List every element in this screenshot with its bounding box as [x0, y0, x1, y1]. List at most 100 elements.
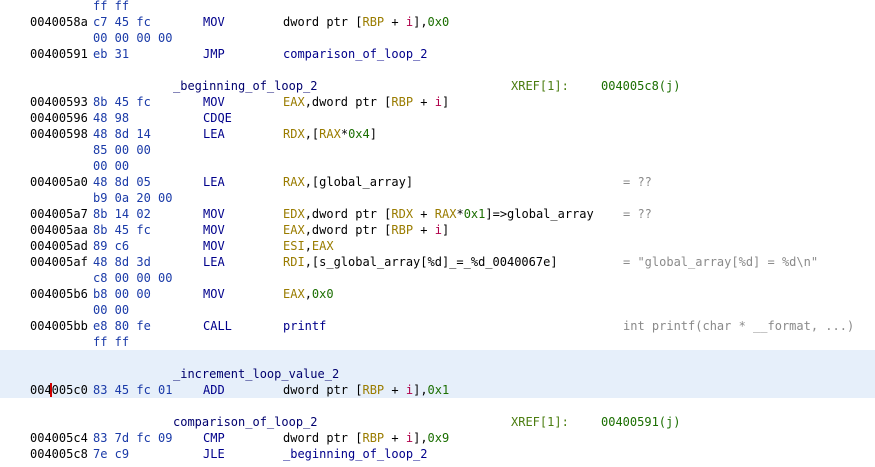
operand-token[interactable]: RBP: [362, 15, 384, 29]
operands[interactable]: dword ptr [RBP + i],0x0: [283, 14, 449, 30]
mnemonic[interactable]: LEA: [203, 174, 225, 190]
address[interactable]: 004005a7: [30, 206, 88, 222]
address[interactable]: 004005aa: [30, 222, 88, 238]
xref-address-link[interactable]: 004005c8(j): [601, 78, 680, 94]
instruction-row[interactable]: 00400598 48 8d 14 LEA RDX,[RAX*0x4]: [0, 126, 875, 142]
address[interactable]: 004005c0: [30, 382, 88, 398]
operands[interactable]: EDX,dword ptr [RDX + RAX*0x1]=>global_ar…: [283, 206, 594, 222]
operand-token[interactable]: RAX: [319, 127, 341, 141]
blank-row[interactable]: [0, 62, 875, 78]
instruction-row[interactable]: 004005c0 83 45 fc 01 ADD dword ptr [RBP + i…: [0, 382, 875, 398]
operand-token[interactable]: RAX: [435, 207, 457, 221]
mnemonic[interactable]: LEA: [203, 254, 225, 270]
address[interactable]: 004005a0: [30, 174, 88, 190]
instruction-row[interactable]: 004005ad 89 c6 MOV ESI,EAX: [0, 238, 875, 254]
address[interactable]: 004005bb: [30, 318, 88, 334]
operand-token[interactable]: 0x0: [312, 287, 334, 301]
operand-token[interactable]: RAX: [283, 175, 305, 189]
address[interactable]: 004005ad: [30, 238, 88, 254]
operand-token[interactable]: 0x1: [464, 207, 486, 221]
instruction-row[interactable]: 00 00: [0, 158, 875, 174]
label-row[interactable]: comparison_of_loop_2 XREF[1]: 00400591(j): [0, 414, 875, 430]
operand-token[interactable]: RDX: [283, 127, 305, 141]
xref-address-link[interactable]: 00400591(j): [601, 414, 680, 430]
operand-token[interactable]: 0x4: [348, 127, 370, 141]
instruction-row[interactable]: 00400596 48 98 CDQE: [0, 110, 875, 126]
address[interactable]: 004005b6: [30, 286, 88, 302]
address[interactable]: 0040058a: [30, 14, 88, 30]
instruction-row[interactable]: 004005af 48 8d 3d LEA RDI,[s_global_array[%…: [0, 254, 875, 270]
operands[interactable]: RDX,[RAX*0x4]: [283, 126, 377, 142]
operands[interactable]: dword ptr [RBP + i],0x9: [283, 430, 449, 446]
operands[interactable]: EAX,dword ptr [RBP + i]: [283, 94, 449, 110]
address[interactable]: 004005c8: [30, 446, 88, 462]
mnemonic[interactable]: MOV: [203, 222, 225, 238]
label-row[interactable]: _increment_loop_value_2: [0, 366, 875, 382]
mnemonic[interactable]: MOV: [203, 206, 225, 222]
instruction-row[interactable]: 004005aa 8b 45 fc MOV EAX,dword ptr [RBP + …: [0, 222, 875, 238]
operand-token[interactable]: EAX: [283, 223, 305, 237]
operand-token[interactable]: RDX: [391, 207, 413, 221]
mnemonic[interactable]: MOV: [203, 94, 225, 110]
mnemonic[interactable]: JMP: [203, 46, 225, 62]
operand-token[interactable]: _beginning_of_loop_2: [283, 447, 428, 461]
operand-token[interactable]: i: [406, 431, 413, 445]
mnemonic[interactable]: MOV: [203, 14, 225, 30]
operand-token[interactable]: printf: [283, 319, 326, 333]
instruction-row[interactable]: 00400593 8b 45 fc MOV EAX,dword ptr [RBP + …: [0, 94, 875, 110]
operand-token[interactable]: EAX: [283, 95, 305, 109]
address[interactable]: 00400593: [30, 94, 88, 110]
mnemonic[interactable]: CALL: [203, 318, 232, 334]
operands[interactable]: _beginning_of_loop_2: [283, 446, 428, 462]
address[interactable]: 004005af: [30, 254, 88, 270]
mnemonic[interactable]: JLE: [203, 446, 225, 462]
code-label[interactable]: _increment_loop_value_2: [173, 366, 339, 382]
instruction-row[interactable]: b9 0a 20 00: [0, 190, 875, 206]
operand-token[interactable]: ESI: [283, 239, 305, 253]
blank-row[interactable]: [0, 398, 875, 414]
instruction-row[interactable]: 004005b6 b8 00 00 MOV EAX,0x0: [0, 286, 875, 302]
instruction-row[interactable]: 004005c4 83 7d fc 09 CMP dword ptr [RBP + i…: [0, 430, 875, 446]
operand-token[interactable]: RDI: [283, 255, 305, 269]
instruction-row[interactable]: 85 00 00: [0, 142, 875, 158]
mnemonic[interactable]: MOV: [203, 286, 225, 302]
instruction-row[interactable]: ff ff: [0, 0, 875, 14]
instruction-row[interactable]: 004005a7 8b 14 02 MOV EDX,dword ptr [RDX + …: [0, 206, 875, 222]
operand-token[interactable]: i: [406, 15, 413, 29]
address[interactable]: 00400596: [30, 110, 88, 126]
operand-token[interactable]: EAX: [312, 239, 334, 253]
operands[interactable]: ESI,EAX: [283, 238, 334, 254]
disassembly-listing[interactable]: ff ff 0040058a c7 45 fc MOV dword ptr [RBP +…: [0, 0, 875, 467]
operand-token[interactable]: comparison_of_loop_2: [283, 47, 428, 61]
operands[interactable]: comparison_of_loop_2: [283, 46, 428, 62]
label-row[interactable]: _beginning_of_loop_2 XREF[1]: 004005c8(j): [0, 78, 875, 94]
operand-token[interactable]: i: [435, 95, 442, 109]
address[interactable]: 004005c4: [30, 430, 88, 446]
operands[interactable]: EAX,0x0: [283, 286, 334, 302]
address[interactable]: 00400598: [30, 126, 88, 142]
operands[interactable]: RAX,[global_array]: [283, 174, 413, 190]
instruction-row[interactable]: 004005c8 7e c9 JLE _beginning_of_loop_2: [0, 446, 875, 462]
instruction-row[interactable]: 0040058a c7 45 fc MOV dword ptr [RBP + i],0…: [0, 14, 875, 30]
operands[interactable]: EAX,dword ptr [RBP + i]: [283, 222, 449, 238]
operands[interactable]: dword ptr [RBP + i],0x1: [283, 382, 449, 398]
mnemonic[interactable]: ADD: [203, 382, 225, 398]
mnemonic[interactable]: LEA: [203, 126, 225, 142]
operand-token[interactable]: RBP: [362, 383, 384, 397]
code-label[interactable]: comparison_of_loop_2: [173, 414, 318, 430]
operand-token[interactable]: 0x0: [428, 15, 450, 29]
mnemonic[interactable]: CDQE: [203, 110, 232, 126]
operand-token[interactable]: 0x9: [428, 431, 450, 445]
instruction-row[interactable]: 00400591 eb 31 JMP comparison_of_loop_2: [0, 46, 875, 62]
operand-token[interactable]: EDX: [283, 207, 305, 221]
operand-token[interactable]: RBP: [391, 95, 413, 109]
instruction-row[interactable]: 00 00 00 00: [0, 30, 875, 46]
blank-row[interactable]: [0, 350, 875, 366]
operand-token[interactable]: 0x1: [428, 383, 450, 397]
instruction-row[interactable]: 004005a0 48 8d 05 LEA RAX,[global_array] = ?…: [0, 174, 875, 190]
mnemonic[interactable]: MOV: [203, 238, 225, 254]
operand-token[interactable]: i: [406, 383, 413, 397]
instruction-row[interactable]: 00 00: [0, 302, 875, 318]
instruction-row[interactable]: c8 00 00 00: [0, 270, 875, 286]
operands[interactable]: RDI,[s_global_array[%d]_=_%d_0040067e]: [283, 254, 558, 270]
